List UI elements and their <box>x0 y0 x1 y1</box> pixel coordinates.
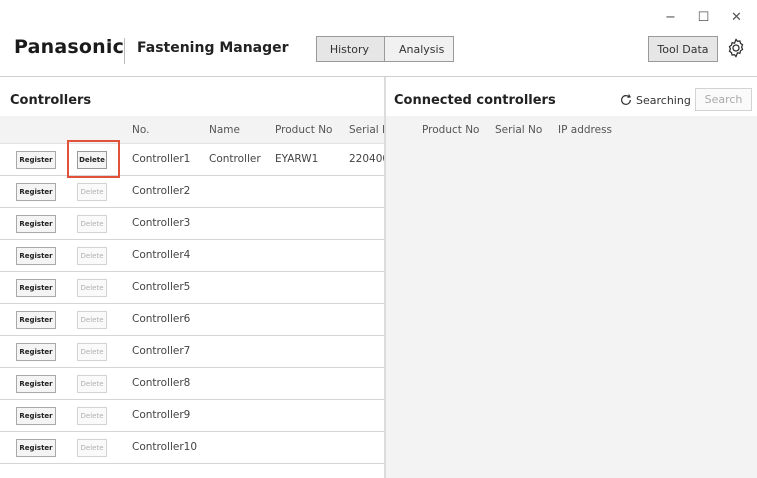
panasonic-logo: Panasonic <box>14 36 125 58</box>
register-button[interactable]: Register <box>16 375 56 393</box>
app-header: Panasonic Fastening Manager History Anal… <box>0 28 757 72</box>
column-header-no: No. <box>132 124 150 136</box>
register-button[interactable]: Register <box>16 215 56 233</box>
register-button[interactable]: Register <box>16 279 56 297</box>
search-button[interactable]: Search <box>695 88 752 111</box>
tab-history[interactable]: History <box>316 36 385 62</box>
cell-no: Controller5 <box>132 281 191 293</box>
table-row: Register Delete Controller8 <box>0 368 384 400</box>
column-header-serial-no: Serial No <box>349 124 384 136</box>
column-header-product-no: Product No <box>275 124 333 136</box>
cell-name: Controller <box>209 153 261 165</box>
delete-button[interactable]: Delete <box>77 343 107 361</box>
table-row: Register Delete Controller9 <box>0 400 384 432</box>
cell-no: Controller4 <box>132 249 191 261</box>
searching-label: Searching <box>636 93 691 107</box>
register-button[interactable]: Register <box>16 183 56 201</box>
register-button[interactable]: Register <box>16 407 56 425</box>
table-row: Register Delete Controller2 <box>0 176 384 208</box>
minimize-button[interactable]: − <box>654 6 687 28</box>
gear-icon[interactable] <box>725 37 747 59</box>
table-row: Register Delete Controller10 <box>0 432 384 464</box>
delete-button[interactable]: Delete <box>77 247 107 265</box>
delete-button[interactable]: Delete <box>77 215 107 233</box>
column-header-ip-address: IP address <box>558 124 613 136</box>
connected-controllers-panel: Connected controllers Searching Search P… <box>386 77 757 478</box>
cell-no: Controller3 <box>132 217 191 229</box>
controllers-table-body: Register Delete Controller1 Controller EYARW… <box>0 144 384 464</box>
connected-controllers-title: Connected controllers <box>394 93 556 108</box>
register-button[interactable]: Register <box>16 343 56 361</box>
main-tabs: History Analysis <box>316 36 454 62</box>
cell-no: Controller2 <box>132 185 191 197</box>
cell-no: Controller9 <box>132 409 191 421</box>
controllers-title: Controllers <box>10 93 92 108</box>
delete-button[interactable]: Delete <box>77 375 107 393</box>
connected-table-body <box>386 144 757 478</box>
register-button[interactable]: Register <box>16 247 56 265</box>
window-controls: − ☐ ✕ <box>654 6 753 28</box>
controllers-table-header: No. Name Product No Serial No <box>0 116 384 144</box>
delete-button[interactable]: Delete <box>77 279 107 297</box>
delete-button-highlight <box>67 140 120 178</box>
cell-no: Controller8 <box>132 377 191 389</box>
cell-product-no: EYARW1 <box>275 153 319 165</box>
delete-button[interactable]: Delete <box>77 439 107 457</box>
close-button[interactable]: ✕ <box>720 6 753 28</box>
app-title: Fastening Manager <box>137 40 289 56</box>
cell-no: Controller7 <box>132 345 191 357</box>
delete-button[interactable]: Delete <box>77 407 107 425</box>
delete-button[interactable]: Delete <box>77 183 107 201</box>
cell-serial-no: 2204000 <box>349 153 384 165</box>
table-row: Register Delete Controller3 <box>0 208 384 240</box>
table-row: Register Delete Controller5 <box>0 272 384 304</box>
delete-button[interactable]: Delete <box>77 311 107 329</box>
controllers-panel: Controllers No. Name Product No Serial N… <box>0 77 384 478</box>
register-button[interactable]: Register <box>16 151 56 169</box>
column-header-serial-no: Serial No <box>495 124 543 136</box>
cell-no: Controller6 <box>132 313 191 325</box>
register-button[interactable]: Register <box>16 311 56 329</box>
maximize-button[interactable]: ☐ <box>687 6 720 28</box>
refresh-icon <box>621 94 632 105</box>
table-row: Register Delete Controller4 <box>0 240 384 272</box>
header-divider <box>124 38 125 64</box>
connected-table-header: Product No Serial No IP address <box>386 116 757 144</box>
tab-analysis[interactable]: Analysis <box>385 36 454 62</box>
searching-status: Searching <box>619 93 691 107</box>
table-row: Register Delete Controller6 <box>0 304 384 336</box>
tool-data-button[interactable]: Tool Data <box>648 36 718 62</box>
column-header-name: Name <box>209 124 240 136</box>
table-row: Register Delete Controller1 Controller EYARW… <box>0 144 384 176</box>
table-row: Register Delete Controller7 <box>0 336 384 368</box>
cell-no: Controller1 <box>132 153 191 165</box>
column-header-product-no: Product No <box>422 124 480 136</box>
cell-no: Controller10 <box>132 441 198 453</box>
register-button[interactable]: Register <box>16 439 56 457</box>
